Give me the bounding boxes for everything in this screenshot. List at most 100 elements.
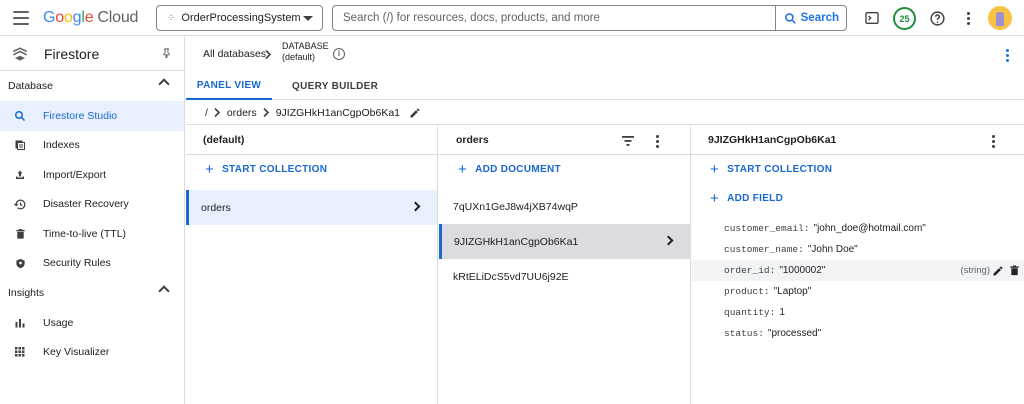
field-key: status: — [724, 328, 764, 339]
field-value: "Laptop" — [773, 286, 812, 297]
more-options-icon[interactable] — [656, 135, 660, 148]
sidebar-section-insights[interactable]: Insights — [0, 278, 184, 308]
notification-badge[interactable]: 25 — [893, 7, 916, 30]
project-selector[interactable]: ⁘ OrderProcessingSystem — [156, 5, 323, 31]
chevron-up-icon — [158, 78, 170, 90]
section-label: Insights — [8, 287, 45, 299]
field-row[interactable]: quantity: 1 — [691, 302, 1024, 323]
panel-title: orders — [456, 134, 489, 146]
action-label: START COLLECTION — [727, 164, 833, 175]
panel-header: 9JIZGHkH1anCgpOb6Ka1 — [691, 126, 1024, 155]
sidebar-item-security-rules[interactable]: Security Rules — [0, 249, 184, 279]
database-label: DATABASE — [282, 41, 329, 51]
view-tabs: PANEL VIEW QUERY BUILDER — [186, 72, 1024, 100]
more-options-icon[interactable] — [958, 7, 980, 29]
history-icon — [13, 197, 27, 211]
more-options-icon[interactable] — [992, 135, 996, 148]
sidebar-item-firestore-studio[interactable]: Firestore Studio — [0, 101, 184, 131]
collection-name: orders — [201, 201, 231, 214]
database-selector[interactable]: DATABASE (default) — [282, 41, 329, 63]
sidebar-item-indexes[interactable]: Indexes — [0, 131, 184, 161]
document-item-selected[interactable]: 9JIZGHkH1anCgpOb6Ka1 — [439, 224, 690, 259]
field-key: order_id: — [724, 265, 776, 276]
collection-panel: orders + ADD DOCUMENT 7qUXn1GeJ8w4jXB74w… — [439, 126, 691, 404]
chevron-right-icon — [263, 108, 269, 117]
field-row[interactable]: customer_name: "John Doe" — [691, 239, 1024, 260]
filter-icon[interactable] — [622, 136, 634, 146]
document-id: 9JIZGHkH1anCgpOb6Ka1 — [454, 235, 579, 248]
field-row-hovered[interactable]: order_id: "1000002" (string) — [691, 260, 1024, 281]
tab-panel-view[interactable]: PANEL VIEW — [186, 72, 272, 100]
start-collection-button[interactable]: + START COLLECTION — [691, 155, 1024, 184]
plus-icon: + — [205, 161, 215, 178]
search-bar: Search — [332, 5, 847, 31]
document-id: 7qUXn1GeJ8w4jXB74wqP — [453, 200, 578, 213]
upload-icon — [13, 168, 27, 182]
search-input[interactable] — [333, 7, 775, 29]
google-cloud-logo[interactable]: Google Cloud — [43, 9, 138, 27]
field-key: customer_email: — [724, 223, 810, 234]
action-label: START COLLECTION — [222, 164, 328, 175]
start-collection-button[interactable]: + START COLLECTION — [186, 155, 437, 184]
sidebar-item-label: Usage — [43, 316, 74, 329]
sidebar-item-key-visualizer[interactable]: Key Visualizer — [0, 338, 184, 368]
field-row[interactable]: product: "Laptop" — [691, 281, 1024, 302]
caret-down-icon — [303, 16, 313, 21]
add-field-button[interactable]: + ADD FIELD — [691, 184, 1024, 213]
path-root[interactable]: / — [205, 107, 208, 119]
sidebar: Firestore Database Firestore Studio Inde… — [0, 37, 185, 404]
document-path: / orders 9JIZGHkH1anCgpOb6Ka1 — [186, 101, 1024, 125]
sidebar-section-database[interactable]: Database — [0, 71, 184, 101]
database-name: (default) — [282, 52, 316, 62]
help-icon[interactable] — [926, 7, 948, 29]
sidebar-item-usage[interactable]: Usage — [0, 308, 184, 338]
panel-title: 9JIZGHkH1anCgpOb6Ka1 — [708, 134, 837, 146]
path-document[interactable]: 9JIZGHkH1anCgpOb6Ka1 — [276, 107, 400, 119]
field-value: "john_doe@hotmail.com" — [813, 223, 926, 234]
root-panel: (default) + START COLLECTION orders — [186, 126, 438, 404]
edit-icon[interactable] — [409, 107, 421, 119]
search-icon — [784, 12, 796, 24]
field-key: product: — [724, 286, 770, 297]
chevron-right-icon — [214, 108, 221, 117]
sidebar-item-disaster-recovery[interactable]: Disaster Recovery — [0, 190, 184, 220]
field-row[interactable]: status: "processed" — [691, 323, 1024, 344]
pin-icon[interactable] — [161, 47, 172, 62]
sidebar-item-label: Security Rules — [43, 257, 111, 270]
sidebar-item-import-export[interactable]: Import/Export — [0, 160, 184, 190]
sidebar-item-label: Disaster Recovery — [43, 198, 129, 211]
collection-item-orders[interactable]: orders — [186, 190, 437, 225]
info-icon[interactable]: i — [333, 48, 345, 60]
indexes-icon — [13, 138, 27, 152]
sidebar-item-label: Key Visualizer — [43, 346, 110, 359]
action-label: ADD DOCUMENT — [475, 164, 561, 175]
more-options-icon[interactable] — [1006, 49, 1010, 62]
main-header: All databases DATABASE (default) i — [186, 37, 1024, 71]
field-key: quantity: — [724, 307, 776, 318]
plus-icon: + — [710, 190, 720, 207]
path-collection[interactable]: orders — [227, 107, 257, 119]
add-document-button[interactable]: + ADD DOCUMENT — [439, 155, 690, 184]
chevron-right-icon — [410, 201, 421, 212]
project-icon: ⁘ — [167, 12, 176, 24]
edit-icon[interactable] — [992, 265, 1004, 277]
tab-query-builder[interactable]: QUERY BUILDER — [292, 72, 378, 100]
chevron-right-icon — [265, 50, 272, 59]
search-button[interactable]: Search — [774, 5, 847, 31]
chevron-right-icon — [663, 235, 674, 246]
cloud-shell-icon[interactable] — [861, 7, 883, 29]
search-icon — [13, 109, 27, 123]
menu-icon[interactable] — [13, 11, 29, 25]
field-value: "John Doe" — [807, 244, 858, 255]
breadcrumb-all-databases[interactable]: All databases — [203, 48, 266, 60]
avatar[interactable] — [988, 6, 1012, 30]
grid-icon — [13, 345, 27, 359]
sidebar-item-ttl[interactable]: Time-to-live (TTL) — [0, 219, 184, 249]
field-row[interactable]: customer_email: "john_doe@hotmail.com" — [691, 218, 1024, 239]
panel-header: orders — [439, 126, 690, 155]
document-item[interactable]: kRtELiDcS5vd7UU6j92E — [439, 259, 690, 294]
document-item[interactable]: 7qUXn1GeJ8w4jXB74wqP — [439, 189, 690, 224]
panel-title: (default) — [186, 126, 437, 155]
delete-icon[interactable] — [1009, 264, 1020, 277]
project-name: OrderProcessingSystem — [181, 12, 301, 24]
